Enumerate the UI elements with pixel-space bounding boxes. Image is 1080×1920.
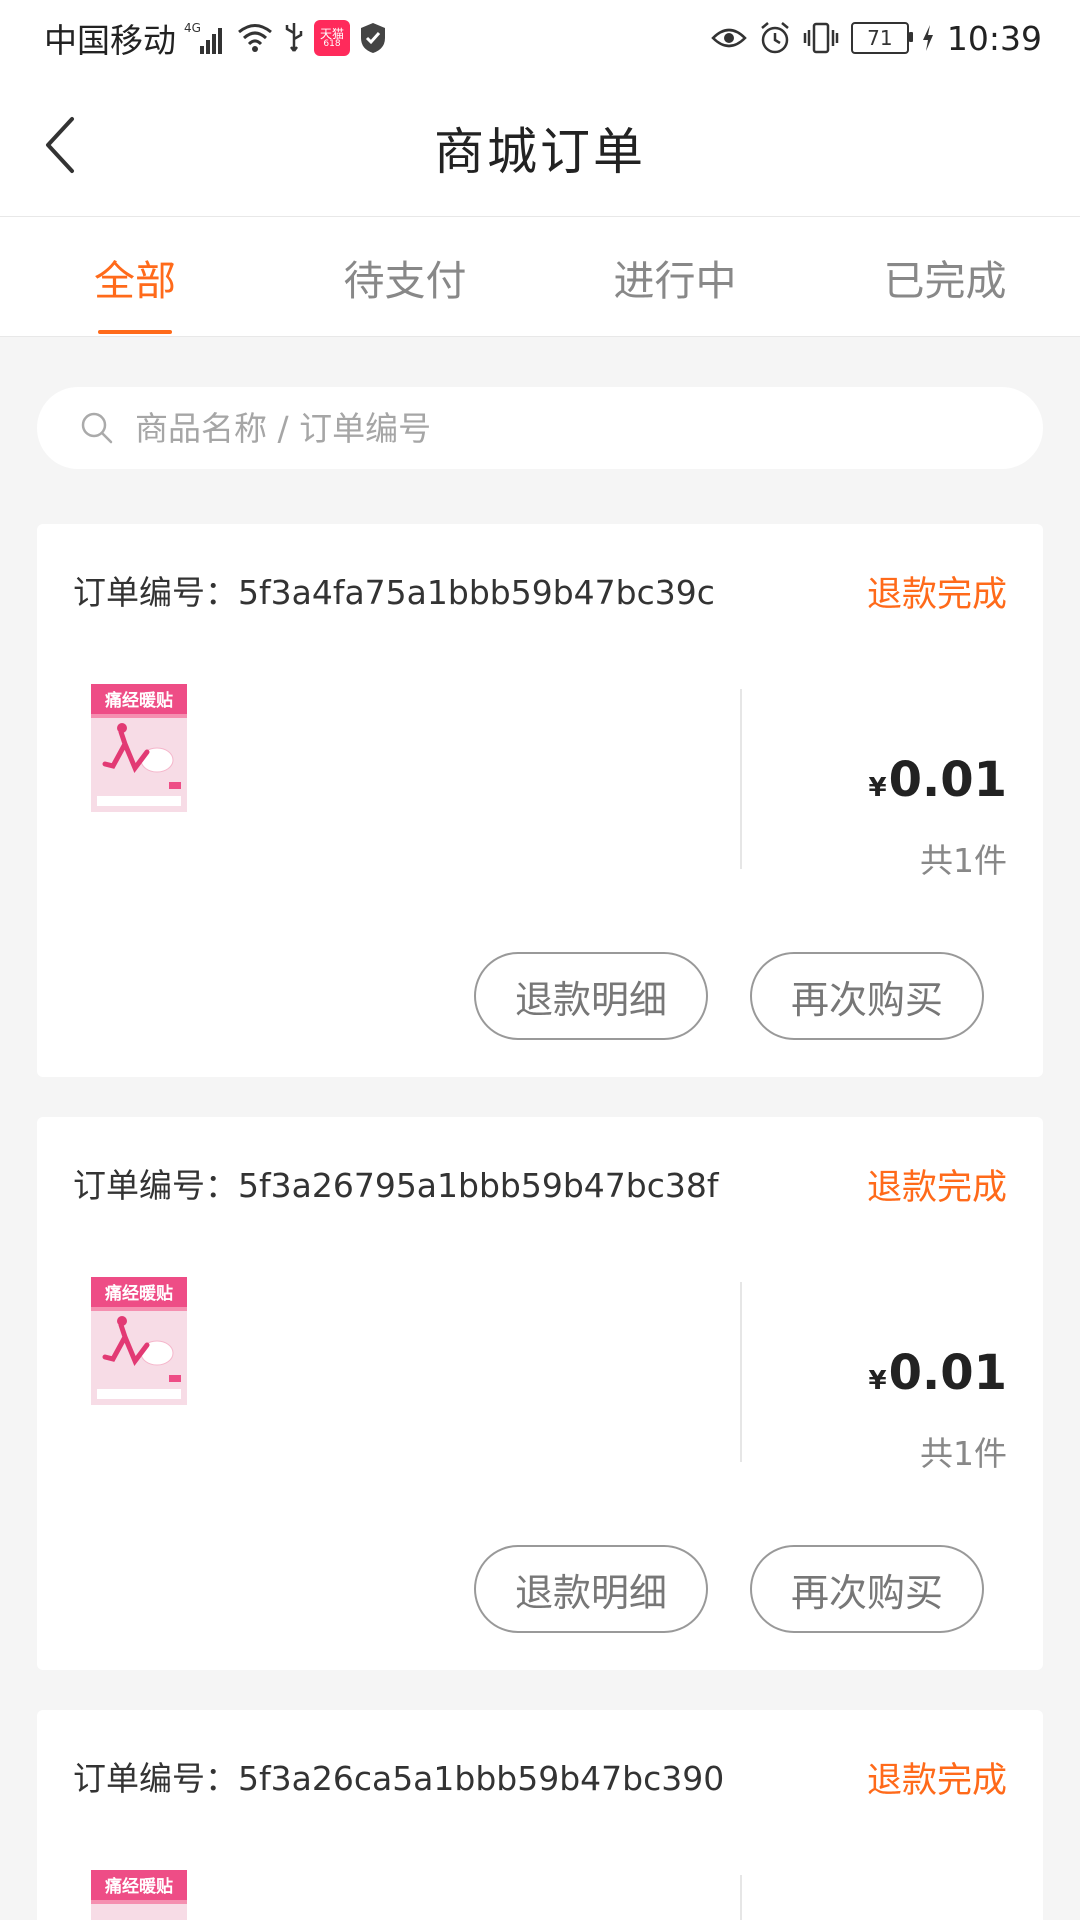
order-tabs: 全部 待支付 进行中 已完成 [0, 217, 1080, 337]
currency-symbol: ¥ [868, 1366, 887, 1396]
status-bar: 中国移动 4G 天猫 618 71 10:39 [0, 0, 1080, 74]
search-icon [77, 408, 117, 448]
order-status: 退款完成 [866, 575, 1007, 615]
battery-level: 71 [867, 26, 893, 50]
network-type-label: 4G [184, 21, 201, 35]
order-price: ¥ 0.01 [868, 752, 1007, 808]
vertical-divider [740, 1282, 742, 1462]
tmall-badge-sub: 618 [323, 38, 341, 49]
tab-label: 已完成 [883, 256, 1007, 305]
product-title: 痛经暖贴 [105, 1876, 173, 1897]
order-number: 订单编号：5f3a4fa75a1bbb59b47bc39c [73, 573, 715, 612]
vibrate-icon [803, 21, 839, 55]
active-tab-indicator [98, 330, 172, 334]
tab-label: 待支付 [343, 256, 467, 305]
product-image[interactable]: 痛经暖贴 [91, 684, 187, 812]
search-input[interactable] [133, 407, 987, 449]
order-card[interactable]: 订单编号：5f3a4fa75a1bbb59b47bc39c 退款完成 痛经暖贴 … [37, 524, 1043, 1077]
vertical-divider [740, 1875, 742, 1920]
order-card[interactable]: 订单编号：5f3a26795a1bbb59b47bc38f 退款完成 痛经暖贴 … [37, 1117, 1043, 1670]
page-title: 商城订单 [434, 123, 646, 181]
order-price: ¥ 0.01 [868, 1345, 1007, 1401]
buy-again-button[interactable]: 再次购买 [750, 952, 984, 1040]
buy-again-button[interactable]: 再次购买 [750, 1545, 984, 1633]
eye-icon [711, 24, 747, 52]
tab-all[interactable]: 全部 [0, 217, 270, 336]
tmall-app-icon: 天猫 618 [314, 20, 350, 56]
wifi-icon [236, 22, 274, 54]
item-count: 共1件 [920, 1434, 1007, 1473]
product-image[interactable]: 痛经暖贴 [91, 1870, 187, 1920]
battery-indicator: 71 [850, 22, 913, 54]
product-image[interactable]: 痛经暖贴 [91, 1277, 187, 1405]
signal-icon: 4G [184, 20, 228, 56]
currency-symbol: ¥ [868, 773, 887, 803]
header-bar: 商城订单 [0, 74, 1080, 217]
product-title: 痛经暖贴 [105, 1283, 173, 1304]
refund-detail-button[interactable]: 退款明细 [474, 952, 708, 1040]
tab-label: 全部 [94, 256, 176, 305]
carrier-label: 中国移动 [44, 21, 176, 60]
alarm-icon [759, 21, 791, 55]
clock-time: 10:39 [946, 18, 1042, 58]
order-status: 退款完成 [866, 1168, 1007, 1208]
refund-detail-button[interactable]: 退款明细 [474, 1545, 708, 1633]
item-count: 共1件 [920, 841, 1007, 880]
usb-icon [282, 21, 306, 55]
tab-pending-payment[interactable]: 待支付 [270, 217, 540, 336]
product-title: 痛经暖贴 [105, 690, 173, 711]
tab-in-progress[interactable]: 进行中 [540, 217, 810, 336]
charging-icon [921, 24, 935, 52]
shield-icon [358, 21, 388, 55]
search-bar [37, 387, 1043, 469]
price-amount: 0.01 [888, 752, 1007, 808]
price-amount: 0.01 [888, 1345, 1007, 1401]
tab-completed[interactable]: 已完成 [810, 217, 1080, 336]
tmall-badge-label: 天猫 [319, 26, 344, 41]
order-status: 退款完成 [866, 1761, 1007, 1801]
order-card[interactable]: 订单编号：5f3a26ca5a1bbb59b47bc390 退款完成 痛经暖贴 [37, 1710, 1043, 1920]
vertical-divider [740, 689, 742, 869]
order-number: 订单编号：5f3a26795a1bbb59b47bc38f [73, 1166, 719, 1205]
order-number: 订单编号：5f3a26ca5a1bbb59b47bc390 [73, 1759, 725, 1798]
tab-label: 进行中 [613, 256, 737, 305]
